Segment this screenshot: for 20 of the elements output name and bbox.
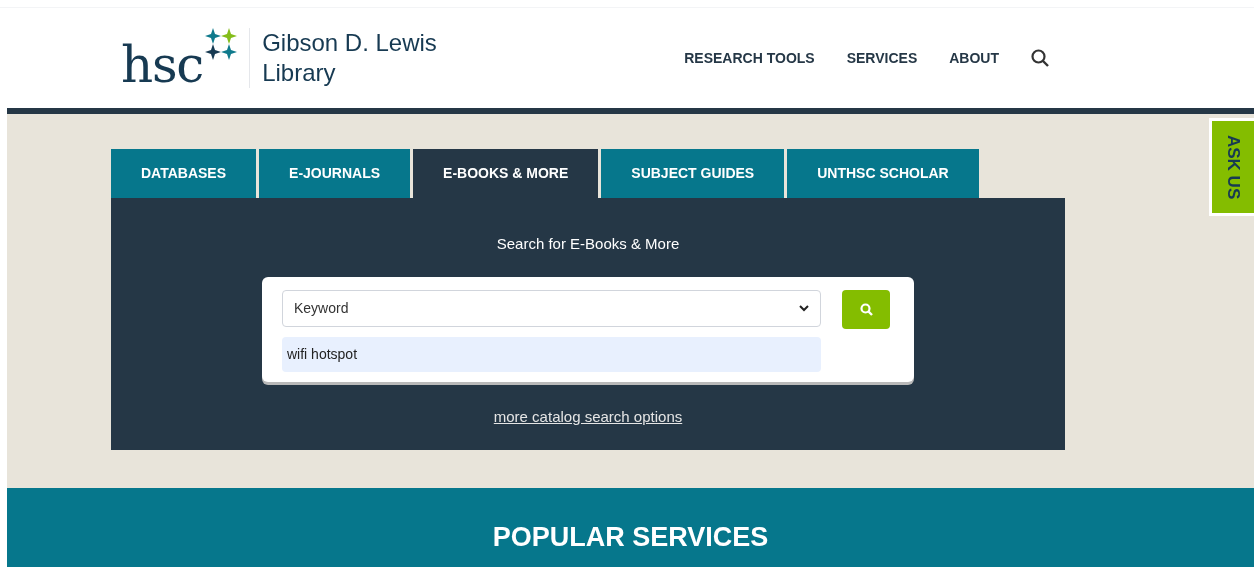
tab[interactable]: E-BOOKS & MORE	[413, 149, 599, 198]
nav-link[interactable]: RESEARCH TOOLS	[684, 47, 815, 69]
ask-us-tab[interactable]: ASK US	[1209, 118, 1254, 216]
search-type-select[interactable]: Keyword	[282, 289, 821, 327]
chevron-down-icon	[799, 304, 809, 312]
tab[interactable]: SUBJECT GUIDES	[601, 149, 785, 198]
logo-mark: hsc	[121, 40, 204, 90]
nav-link[interactable]: SERVICES	[846, 47, 918, 69]
nav-link[interactable]: ABOUT	[949, 47, 999, 69]
tab[interactable]: UNTHSC SCHOLAR	[787, 149, 979, 198]
search-icon[interactable]	[1031, 49, 1049, 67]
tab[interactable]: DATABASES	[111, 149, 257, 198]
tab[interactable]: E-JOURNALS	[259, 149, 411, 198]
search-input[interactable]: wifi hotspot	[282, 336, 821, 372]
library-name: Gibson D. Lewis	[262, 28, 437, 58]
search-heading: Search for E-Books & More	[496, 234, 680, 254]
section-heading: POPULAR SERVICES	[492, 524, 769, 554]
search-icon	[859, 302, 873, 316]
library-name: Library	[262, 58, 337, 88]
more-options-link[interactable]: more catalog search options	[493, 405, 683, 428]
